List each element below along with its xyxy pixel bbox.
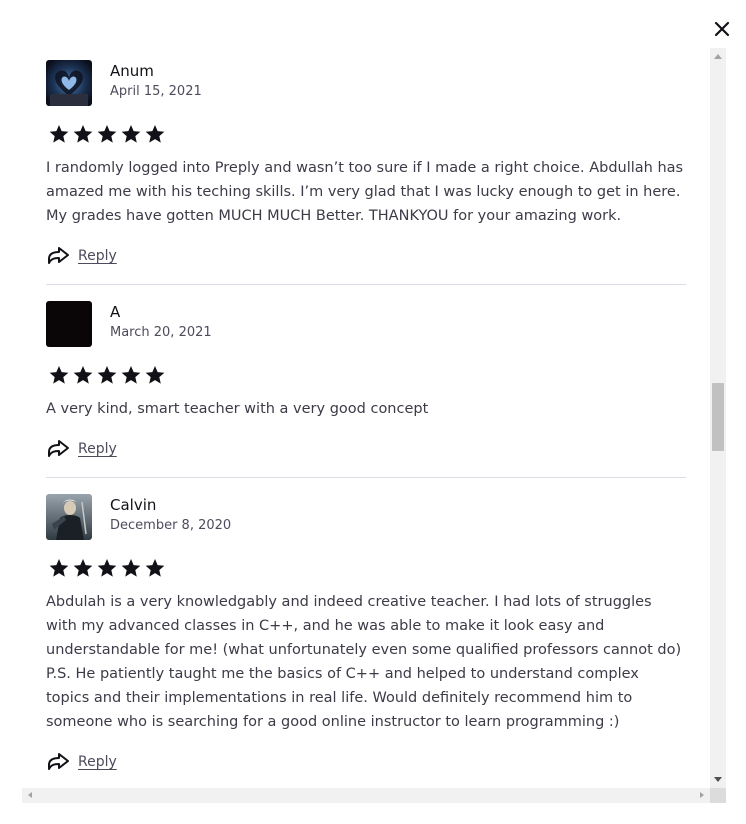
review-text: A very kind, smart teacher with a very g… [46, 401, 429, 417]
star-icon [97, 366, 117, 384]
rating-stars [48, 364, 166, 386]
star-icon [73, 366, 93, 384]
reviewer-name: Calvin [110, 496, 157, 514]
close-button[interactable] [710, 17, 734, 41]
scrollbar-corner [710, 788, 726, 803]
reply-button[interactable]: Reply [46, 437, 117, 461]
review-divider [46, 477, 686, 478]
star-icon [73, 125, 93, 143]
review-item: Calvin December 8, 2020 Abdulah is a ver… [46, 494, 686, 784]
scroll-left-arrow-icon[interactable] [28, 792, 32, 798]
review-item: A March 20, 2021 A very kind, smart teac… [46, 301, 686, 461]
star-icon [145, 366, 165, 384]
vertical-scroll-thumb[interactable] [712, 383, 724, 451]
star-icon [97, 125, 117, 143]
vertical-scrollbar[interactable] [710, 48, 726, 788]
reviews-scroll-area[interactable]: Anum April 15, 2021 I randomly logged in… [22, 48, 710, 788]
reviewer-name: A [110, 303, 121, 321]
reply-label: Reply [78, 754, 117, 770]
reply-arrow-icon [48, 440, 69, 457]
star-icon [49, 125, 69, 143]
reviewer-name: Anum [110, 62, 154, 80]
reply-button[interactable]: Reply [46, 244, 117, 268]
scroll-up-arrow-icon[interactable] [714, 54, 722, 59]
star-icon [145, 125, 165, 143]
star-icon [73, 559, 93, 577]
reviewer-avatar [46, 301, 92, 347]
review-text: I randomly logged into Preply and wasn’t… [46, 160, 684, 224]
review-text: Abdulah is a very knowledgably and indee… [46, 594, 682, 730]
review-divider [46, 284, 686, 285]
rating-stars [48, 557, 166, 579]
horizontal-scrollbar[interactable] [22, 788, 710, 803]
scroll-down-arrow-icon[interactable] [714, 777, 722, 782]
reply-arrow-icon [48, 247, 69, 264]
review-date: April 15, 2021 [110, 84, 202, 99]
star-icon [145, 559, 165, 577]
reply-label: Reply [78, 248, 117, 264]
reply-label: Reply [78, 441, 117, 457]
scroll-right-arrow-icon[interactable] [700, 792, 704, 798]
reviewer-avatar [46, 494, 92, 540]
star-icon [49, 366, 69, 384]
star-icon [121, 366, 141, 384]
reviewer-avatar [46, 60, 92, 106]
star-icon [97, 559, 117, 577]
star-icon [49, 559, 69, 577]
reply-button[interactable]: Reply [46, 750, 117, 774]
close-icon [714, 21, 730, 37]
rating-stars [48, 123, 166, 145]
review-date: December 8, 2020 [110, 518, 232, 533]
star-icon [121, 559, 141, 577]
star-icon [121, 125, 141, 143]
review-item: Anum April 15, 2021 I randomly logged in… [46, 60, 686, 264]
review-date: March 20, 2021 [110, 325, 212, 340]
reply-arrow-icon [48, 753, 69, 770]
